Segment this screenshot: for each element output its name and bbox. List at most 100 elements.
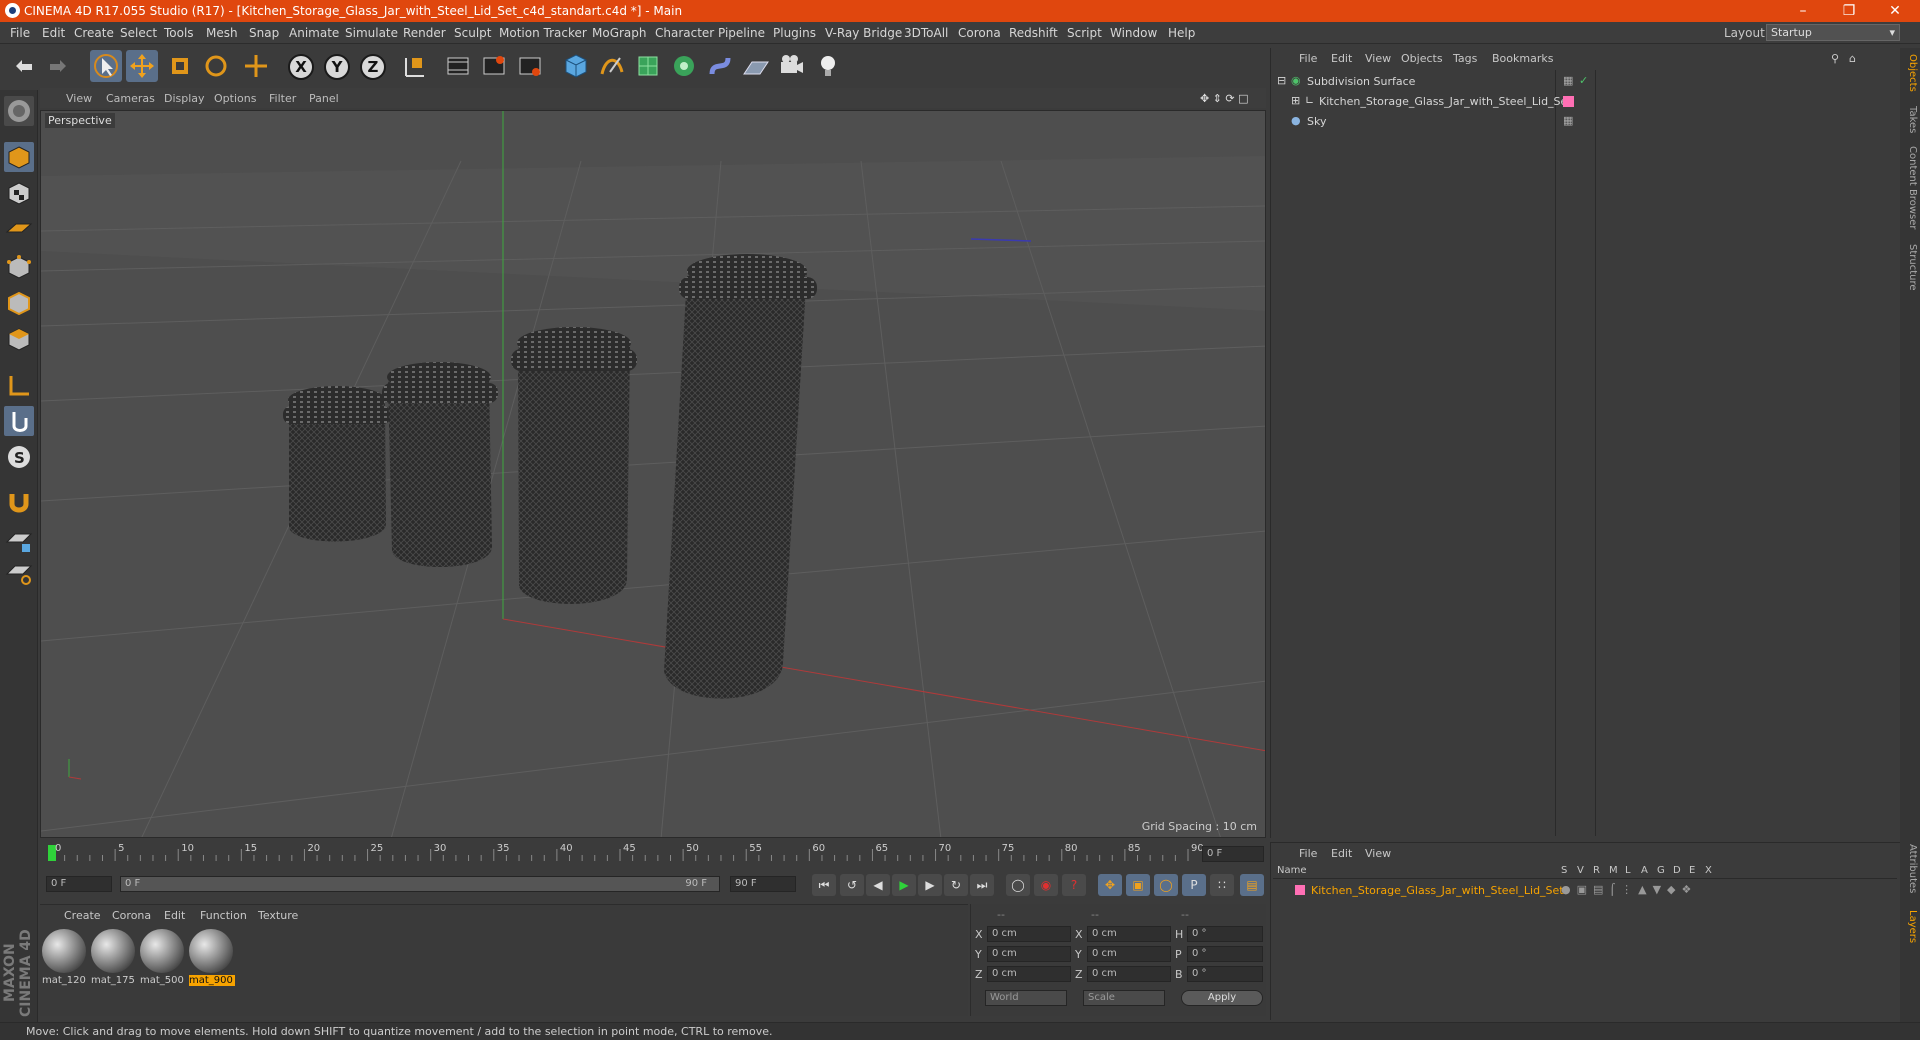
tab-takes[interactable]: Takes bbox=[1902, 106, 1918, 133]
layer-color-swatch[interactable] bbox=[1295, 885, 1305, 895]
step-back-icon[interactable]: ◀ bbox=[866, 874, 890, 896]
render-settings-icon[interactable] bbox=[514, 50, 546, 82]
menu-edit[interactable]: Edit bbox=[42, 26, 65, 40]
snap-icon[interactable]: S bbox=[4, 442, 34, 472]
z-axis-lock-icon[interactable]: Z bbox=[360, 54, 386, 80]
menu-3dtoall[interactable]: 3DToAll bbox=[904, 26, 948, 40]
x-axis-lock-icon[interactable]: X bbox=[288, 54, 314, 80]
cloner-icon[interactable] bbox=[668, 50, 700, 82]
object-row-jar-set[interactable]: ⊞ ∟ Kitchen_Storage_Glass_Jar_with_Steel… bbox=[1271, 92, 1901, 111]
key-parameter-icon[interactable]: P bbox=[1182, 874, 1206, 896]
axis-mode-icon[interactable] bbox=[4, 370, 34, 400]
perspective-viewport[interactable]: Perspective Grid Spacing : 10 cm bbox=[40, 110, 1266, 838]
previous-key-icon[interactable]: ↺ bbox=[840, 874, 864, 896]
tweak-mode-icon[interactable] bbox=[4, 406, 34, 436]
apply-button[interactable]: Apply bbox=[1181, 990, 1263, 1006]
key-scale-icon[interactable]: ▣ bbox=[1126, 874, 1150, 896]
material-swatch-3[interactable] bbox=[140, 929, 184, 973]
objects-menu-view[interactable]: View bbox=[1365, 52, 1391, 65]
menu-sculpt[interactable]: Sculpt bbox=[454, 26, 491, 40]
material-swatch-4[interactable] bbox=[189, 929, 233, 973]
live-selection-icon[interactable] bbox=[240, 50, 272, 82]
rotate-tool-icon[interactable] bbox=[200, 50, 232, 82]
menu-tools[interactable]: Tools bbox=[164, 26, 194, 40]
lock-workplane-icon[interactable] bbox=[4, 526, 34, 556]
menu-motion-tracker[interactable]: Motion Tracker bbox=[499, 26, 587, 40]
deformer-icon[interactable] bbox=[704, 50, 736, 82]
record-keys-icon[interactable]: ◉ bbox=[1034, 874, 1058, 896]
minimize-icon[interactable]: – bbox=[1780, 0, 1826, 22]
model-mode-icon[interactable] bbox=[4, 142, 34, 172]
layer-toggle-icons[interactable]: ●▣▤⌠⋮▲▼◆❖ bbox=[1561, 883, 1697, 896]
timeline-ruler[interactable]: 0 5 10 15 20 25 30 35 40 45 50 55 60 65 70 75 80 85 90 0 F bbox=[40, 841, 1266, 867]
objects-menu-file[interactable]: File bbox=[1299, 52, 1317, 65]
polygons-mode-icon[interactable] bbox=[4, 324, 34, 354]
enabled-check-icon[interactable]: ✓ bbox=[1579, 74, 1588, 87]
menu-mograph[interactable]: MoGraph bbox=[592, 26, 647, 40]
planar-workplane-icon[interactable] bbox=[4, 558, 34, 588]
menu-mesh[interactable]: Mesh bbox=[206, 26, 238, 40]
autokey-icon[interactable]: ? bbox=[1062, 874, 1086, 896]
start-frame-field[interactable]: 0 F bbox=[46, 876, 112, 892]
magnet-icon[interactable] bbox=[4, 486, 34, 516]
home-icon[interactable]: ⌂ bbox=[1849, 52, 1856, 65]
objects-menu-tags[interactable]: Tags bbox=[1453, 52, 1477, 65]
menu-corona[interactable]: Corona bbox=[958, 26, 1001, 40]
cube-primitive-icon[interactable] bbox=[560, 50, 592, 82]
menu-simulate[interactable]: Simulate bbox=[345, 26, 398, 40]
key-pla-icon[interactable]: ∷ bbox=[1210, 874, 1234, 896]
coord-world-select[interactable]: World bbox=[985, 990, 1067, 1006]
y-axis-lock-icon[interactable]: Y bbox=[324, 54, 350, 80]
select-tool-icon[interactable] bbox=[90, 50, 122, 82]
menu-animate[interactable]: Animate bbox=[289, 26, 339, 40]
render-view-icon[interactable] bbox=[442, 50, 474, 82]
step-forward-icon[interactable]: ▶ bbox=[918, 874, 942, 896]
objects-menu-bookmarks[interactable]: Bookmarks bbox=[1492, 52, 1553, 65]
key-position-icon[interactable]: ✥ bbox=[1098, 874, 1122, 896]
coord-pos-y-field[interactable]: 0 cm bbox=[987, 946, 1071, 962]
objects-menu-edit[interactable]: Edit bbox=[1331, 52, 1352, 65]
end-frame-field[interactable]: 90 F bbox=[730, 876, 796, 892]
tab-layers[interactable]: Layers bbox=[1902, 910, 1918, 943]
material-menu-texture[interactable]: Texture bbox=[258, 909, 298, 922]
coord-scale-select[interactable]: Scale bbox=[1083, 990, 1165, 1006]
objects-menu-objects[interactable]: Objects bbox=[1401, 52, 1443, 65]
points-mode-icon[interactable] bbox=[4, 252, 34, 282]
menu-character[interactable]: Character bbox=[655, 26, 714, 40]
layer-color-tag[interactable] bbox=[1563, 96, 1574, 107]
viewport-menu-options[interactable]: Options bbox=[214, 92, 256, 105]
search-icon[interactable]: ⚲ bbox=[1831, 52, 1839, 65]
camera-icon[interactable] bbox=[776, 50, 808, 82]
menu-create[interactable]: Create bbox=[74, 26, 114, 40]
sky-visibility-icon[interactable]: ▦ bbox=[1563, 114, 1573, 127]
texture-mode-icon[interactable] bbox=[4, 178, 34, 208]
light-icon[interactable] bbox=[812, 50, 844, 82]
menu-script[interactable]: Script bbox=[1067, 26, 1102, 40]
render-picture-viewer-icon[interactable] bbox=[478, 50, 510, 82]
layers-menu-file[interactable]: File bbox=[1299, 847, 1317, 860]
undo-icon[interactable] bbox=[8, 50, 40, 82]
close-icon[interactable]: ✕ bbox=[1872, 0, 1918, 22]
workplane-mode-icon[interactable] bbox=[4, 214, 34, 244]
next-key-icon[interactable]: ↻ bbox=[944, 874, 968, 896]
go-to-end-icon[interactable]: ⏭ bbox=[970, 874, 994, 896]
tab-content-browser[interactable]: Content Browser bbox=[1902, 146, 1918, 229]
coord-pos-x-field[interactable]: 0 cm bbox=[987, 926, 1071, 942]
expand-icon[interactable]: ⊞ bbox=[1291, 94, 1300, 107]
frame-range-slider[interactable]: 0 F 90 F bbox=[120, 876, 720, 892]
coord-rot-p-field[interactable]: 0 ° bbox=[1187, 946, 1263, 962]
viewport-menu-filter[interactable]: Filter bbox=[269, 92, 296, 105]
menu-pipeline[interactable]: Pipeline bbox=[718, 26, 765, 40]
object-row-sky[interactable]: ● Sky ▦ bbox=[1271, 112, 1901, 131]
move-tool-icon[interactable] bbox=[126, 50, 158, 82]
timeline-window-icon[interactable]: ▤ bbox=[1240, 874, 1264, 896]
material-swatch-2[interactable] bbox=[91, 929, 135, 973]
menu-plugins[interactable]: Plugins bbox=[773, 26, 816, 40]
motion-record-icon[interactable]: ◯ bbox=[1006, 874, 1030, 896]
redo-icon[interactable] bbox=[42, 50, 74, 82]
coord-rot-h-field[interactable]: 0 ° bbox=[1187, 926, 1263, 942]
restore-icon[interactable]: ❐ bbox=[1826, 0, 1872, 22]
menu-select[interactable]: Select bbox=[120, 26, 157, 40]
play-icon[interactable]: ▶ bbox=[892, 874, 916, 896]
scale-tool-icon[interactable] bbox=[164, 50, 196, 82]
